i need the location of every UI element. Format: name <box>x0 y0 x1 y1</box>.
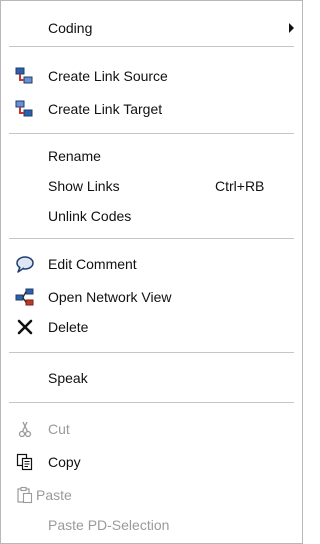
menu-item-open-network-view[interactable]: Open Network View <box>1 283 302 311</box>
menu-item-show-links[interactable]: Show Links Ctrl+RB <box>1 172 302 200</box>
context-menu: Coding Create Link Source Create Link Ta… <box>0 0 303 544</box>
menu-item-label: Delete <box>48 319 89 335</box>
menu-item-coding[interactable]: Coding <box>1 14 302 42</box>
menu-separator <box>9 46 294 47</box>
menu-separator <box>9 352 294 353</box>
menu-item-label: Create Link Source <box>48 68 168 84</box>
menu-item-label: Coding <box>48 20 93 36</box>
scissors-icon <box>14 419 36 439</box>
delete-x-icon <box>14 317 36 337</box>
menu-item-cut[interactable]: Cut <box>1 415 302 443</box>
menu-item-edit-comment[interactable]: Edit Comment <box>1 250 302 278</box>
menu-item-delete[interactable]: Delete <box>1 313 302 341</box>
menu-item-paste[interactable]: Paste <box>1 481 302 509</box>
menu-item-rename[interactable]: Rename <box>1 142 302 170</box>
menu-item-create-link-target[interactable]: Create Link Target <box>1 95 302 123</box>
menu-item-label: Unlink Codes <box>48 208 132 224</box>
menu-item-copy[interactable]: Copy <box>1 448 302 476</box>
menu-item-label: Edit Comment <box>48 256 137 272</box>
menu-item-label: Show Links <box>48 178 120 194</box>
comment-bubble-icon <box>14 254 36 274</box>
menu-item-label: Speak <box>48 370 88 386</box>
menu-item-label: Copy <box>48 454 81 470</box>
menu-item-label: Paste PD-Selection <box>48 517 170 533</box>
submenu-arrow-icon <box>289 23 294 33</box>
menu-separator <box>9 402 294 403</box>
menu-item-paste-pd-selection[interactable]: Paste PD-Selection <box>1 511 302 539</box>
menu-item-speak[interactable]: Speak <box>1 364 302 392</box>
link-target-icon <box>14 99 36 119</box>
menu-item-label: Cut <box>48 421 70 437</box>
menu-item-unlink-codes[interactable]: Unlink Codes <box>1 202 302 230</box>
menu-separator <box>9 238 294 239</box>
menu-item-create-link-source[interactable]: Create Link Source <box>1 62 302 90</box>
menu-item-label: Create Link Target <box>48 101 163 117</box>
menu-item-label: Rename <box>48 148 101 164</box>
menu-separator <box>9 133 294 134</box>
network-view-icon <box>14 287 36 307</box>
link-source-icon <box>14 66 36 86</box>
paste-icon <box>14 485 36 505</box>
menu-item-label: Open Network View <box>48 289 172 305</box>
menu-item-shortcut: Ctrl+RB <box>215 178 265 194</box>
menu-item-label: Paste <box>36 487 72 503</box>
copy-icon <box>14 452 36 472</box>
